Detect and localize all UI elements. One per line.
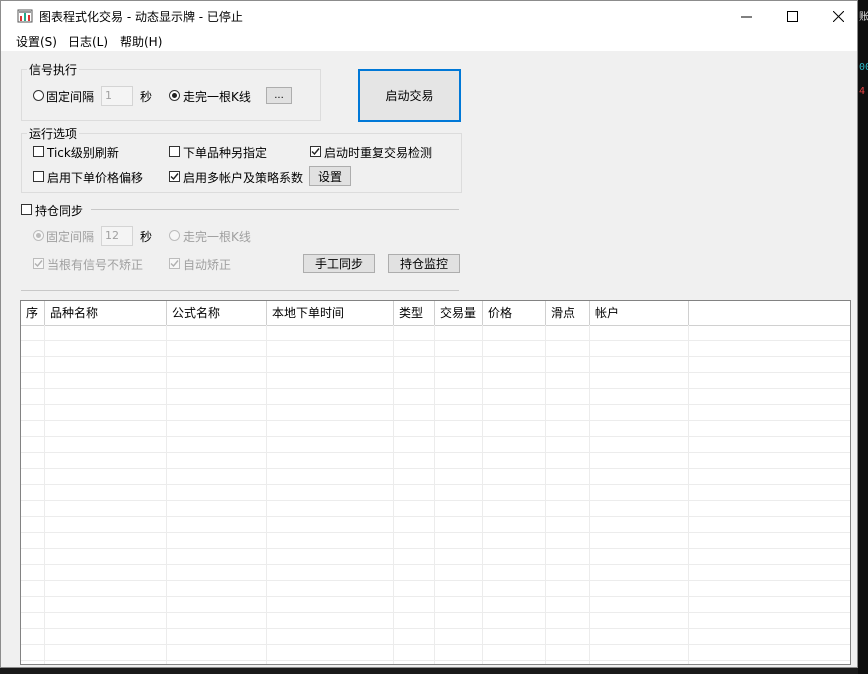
column-divider	[393, 325, 394, 664]
manual-sync-button[interactable]: 手工同步	[303, 254, 375, 273]
empty-table-row	[21, 517, 850, 533]
sync-interval-unit: 秒	[140, 230, 153, 244]
order-symbol-label: 下单品种另指定	[183, 146, 268, 160]
auto-correct-checkbox[interactable]	[169, 258, 180, 269]
empty-table-row	[21, 565, 850, 581]
run-options-label: 运行选项	[27, 125, 80, 142]
position-monitor-button[interactable]: 持仓监控	[388, 254, 460, 273]
column-divider	[545, 325, 546, 664]
column-divider	[589, 325, 590, 664]
menu-settings[interactable]: 设置(S)	[16, 33, 57, 50]
empty-table-row	[21, 405, 850, 421]
bar-complete-radio[interactable]	[169, 90, 180, 101]
no-correct-label: 当根有信号不矫正	[47, 258, 144, 272]
bar-complete-label: 走完一根K线	[183, 90, 251, 104]
column-divider	[266, 325, 267, 664]
empty-table-row	[21, 597, 850, 613]
price-offset-label: 启用下单价格偏移	[47, 171, 144, 185]
col-header-slippage[interactable]: 滑点	[546, 301, 590, 325]
empty-table-row	[21, 437, 850, 453]
empty-table-row	[21, 533, 850, 549]
section-divider	[21, 290, 459, 291]
restart-check-label: 启动时重复交易检测	[324, 146, 433, 160]
col-header-symbol[interactable]: 品种名称	[45, 301, 167, 325]
empty-table-row	[21, 357, 850, 373]
orders-table[interactable]: 序 品种名称 公式名称 本地下单时间 类型 交易量 价格 滑点 帐户	[20, 300, 851, 665]
empty-table-row	[21, 325, 850, 341]
background-glyph: 00	[859, 62, 868, 73]
more-options-button[interactable]: ...	[266, 87, 292, 104]
minimize-icon	[740, 16, 752, 17]
signal-group-label: 信号执行	[27, 61, 80, 78]
empty-table-row	[21, 485, 850, 501]
sync-bar-complete-label: 走完一根K线	[183, 230, 251, 244]
background-glyph: 4	[859, 86, 866, 97]
empty-table-row	[21, 469, 850, 485]
empty-table-row	[21, 613, 850, 629]
empty-table-row	[21, 501, 850, 517]
checkmark-icon	[311, 148, 320, 156]
col-header-account[interactable]: 帐户	[590, 301, 689, 325]
empty-table-row	[21, 453, 850, 469]
maximize-icon	[786, 10, 798, 22]
main-window: 图表程式化交易 - 动态显示牌 - 已停止 设置(S) 日志(L) 帮助(H) …	[0, 0, 858, 668]
position-sync-divider	[91, 209, 459, 210]
menu-log[interactable]: 日志(L)	[68, 33, 108, 50]
order-symbol-checkbox[interactable]	[169, 146, 180, 157]
empty-table-row	[21, 389, 850, 405]
auto-correct-label: 自动矫正	[183, 258, 232, 272]
column-divider	[434, 325, 435, 664]
multi-account-label: 启用多帐户及策略系数	[183, 171, 304, 185]
col-header-index[interactable]: 序	[21, 301, 45, 325]
chart-app-icon	[17, 8, 33, 24]
checkmark-icon	[170, 260, 179, 268]
minimize-button[interactable]	[723, 1, 769, 31]
menu-bar: 设置(S) 日志(L) 帮助(H)	[1, 31, 857, 51]
empty-table-row	[21, 373, 850, 389]
window-title: 图表程式化交易 - 动态显示牌 - 已停止	[39, 10, 243, 24]
background-app-strip: 账 00 4	[858, 0, 868, 674]
start-trading-button[interactable]: 启动交易	[358, 69, 461, 122]
close-icon	[832, 10, 844, 22]
col-header-volume[interactable]: 交易量	[435, 301, 483, 325]
menu-help[interactable]: 帮助(H)	[120, 33, 162, 50]
checkmark-icon	[170, 173, 179, 181]
close-button[interactable]	[815, 1, 861, 31]
maximize-button[interactable]	[769, 1, 815, 31]
empty-table-row	[21, 549, 850, 565]
col-header-formula[interactable]: 公式名称	[167, 301, 267, 325]
empty-table-row	[21, 581, 850, 597]
restart-check-checkbox[interactable]	[310, 146, 321, 157]
column-divider	[482, 325, 483, 664]
empty-table-row	[21, 421, 850, 437]
empty-table-row	[21, 341, 850, 357]
multi-account-checkbox[interactable]	[169, 171, 180, 182]
account-settings-button[interactable]: 设置	[309, 166, 351, 186]
interval-unit: 秒	[140, 90, 153, 104]
col-header-type[interactable]: 类型	[394, 301, 435, 325]
empty-table-row	[21, 629, 850, 645]
no-correct-checkbox[interactable]	[33, 258, 44, 269]
price-offset-checkbox[interactable]	[33, 171, 44, 182]
fixed-interval-label: 固定间隔	[46, 90, 95, 104]
title-bar[interactable]: 图表程式化交易 - 动态显示牌 - 已停止	[1, 1, 857, 31]
position-sync-label: 持仓同步	[35, 204, 84, 218]
sync-fixed-interval-radio[interactable]	[33, 230, 44, 241]
col-header-price[interactable]: 价格	[483, 301, 546, 325]
tick-refresh-label: Tick级别刷新	[47, 146, 119, 160]
sync-fixed-interval-label: 固定间隔	[46, 230, 95, 244]
checkmark-icon	[34, 260, 43, 268]
column-divider	[44, 325, 45, 664]
tick-refresh-checkbox[interactable]	[33, 146, 44, 157]
column-divider	[688, 325, 689, 664]
empty-table-row	[21, 645, 850, 661]
position-sync-checkbox[interactable]	[21, 204, 32, 215]
table-header: 序 品种名称 公式名称 本地下单时间 类型 交易量 价格 滑点 帐户	[21, 301, 850, 326]
column-divider	[166, 325, 167, 664]
col-header-order-time[interactable]: 本地下单时间	[267, 301, 394, 325]
fixed-interval-radio[interactable]	[33, 90, 44, 101]
interval-input[interactable]: 1	[101, 86, 133, 106]
sync-bar-complete-radio[interactable]	[169, 230, 180, 241]
sync-interval-input[interactable]: 12	[101, 226, 133, 246]
